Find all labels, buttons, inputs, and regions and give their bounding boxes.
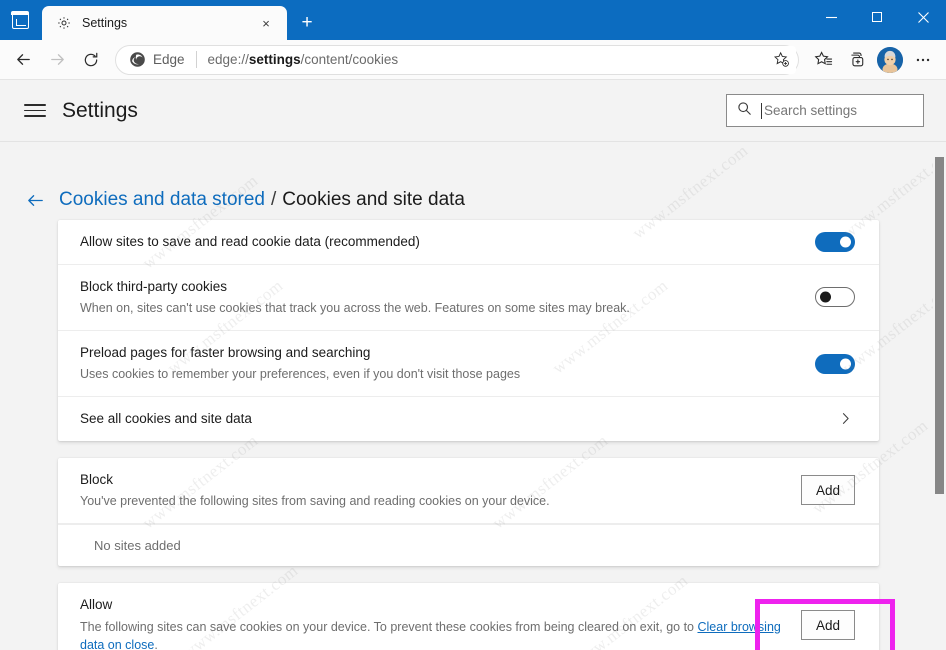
toggle-block-third-party[interactable] (815, 287, 855, 308)
breadcrumb-back-icon[interactable] (22, 187, 48, 213)
allow-section-header: Allow The following sites can save cooki… (58, 583, 879, 650)
allow-description-tail: . (154, 638, 158, 650)
maximize-icon (872, 12, 882, 22)
browser-toolbar: Edge edge://settings/content/cookies (0, 40, 946, 80)
allow-add-button[interactable]: Add (800, 610, 855, 641)
close-window-button[interactable] (900, 0, 946, 34)
text-caret (761, 102, 762, 119)
browser-tab-settings[interactable]: Settings × (42, 6, 287, 40)
allow-description-text: The following sites can save cookies on … (80, 619, 698, 634)
back-button[interactable] (6, 44, 40, 76)
block-section-header: Block You've prevented the following sit… (58, 458, 879, 525)
search-icon (737, 101, 752, 121)
breadcrumb-parent-link[interactable]: Cookies and data stored (59, 189, 265, 211)
maximize-button[interactable] (854, 0, 900, 34)
vertical-tabs-icon (10, 10, 30, 29)
hamburger-icon[interactable] (20, 96, 50, 126)
url-highlight: settings (248, 52, 301, 67)
vertical-scrollbar[interactable] (933, 142, 946, 650)
setting-row-allow-cookies[interactable]: Allow sites to save and read cookie data… (58, 220, 879, 265)
row-text: Block You've prevented the following sit… (80, 458, 801, 523)
setting-description: Uses cookies to remember your preference… (80, 367, 521, 382)
page-title: Settings (62, 98, 138, 122)
settings-content: www.msftnext.com www.msftnext.com www.ms… (0, 142, 946, 650)
breadcrumb-current: Cookies and site data (282, 189, 465, 210)
toggle-knob (820, 291, 831, 303)
setting-row-see-all-cookies[interactable]: See all cookies and site data (58, 397, 879, 441)
star-add-icon[interactable] (766, 45, 796, 74)
url-prefix: edge:// (207, 52, 249, 67)
tab-title: Settings (82, 16, 128, 30)
address-bar[interactable]: Edge edge://settings/content/cookies (115, 44, 799, 75)
window-controls (808, 0, 946, 40)
setting-row-preload-pages[interactable]: Preload pages for faster browsing and se… (58, 331, 879, 398)
collections-button[interactable] (840, 44, 874, 76)
url-suffix: /content/cookies (300, 52, 399, 67)
block-description: You've prevented the following sites fro… (80, 494, 550, 509)
block-title: Block (80, 471, 114, 487)
setting-row-block-third-party[interactable]: Block third-party cookies When on, sites… (58, 265, 879, 331)
avatar[interactable] (877, 46, 903, 73)
minimize-button[interactable] (808, 0, 854, 34)
row-text: Allow sites to save and read cookie data… (80, 220, 815, 264)
forward-button[interactable] (40, 44, 74, 76)
search-placeholder: Search settings (764, 103, 858, 118)
omnibox-brand-label: Edge (153, 52, 185, 67)
allow-description: The following sites can save cookies on … (80, 618, 801, 650)
browser-title-bar: Settings × + (0, 0, 946, 40)
refresh-button[interactable] (74, 44, 108, 76)
chevron-right-icon (835, 411, 855, 426)
setting-description: When on, sites can't use cookies that tr… (80, 301, 630, 316)
block-empty-state: No sites added (58, 524, 879, 566)
new-tab-button[interactable]: + (290, 6, 324, 40)
block-section-card: Block You've prevented the following sit… (58, 457, 879, 567)
settings-header: Settings Search settings (0, 80, 946, 142)
omnibox-url[interactable]: edge://settings/content/cookies (208, 52, 766, 67)
scrollbar-thumb[interactable] (935, 157, 944, 494)
edge-logo-icon (129, 51, 146, 68)
toggle-knob (840, 358, 851, 370)
toggle-allow-cookies[interactable] (815, 231, 855, 252)
row-text: Preload pages for faster browsing and se… (80, 331, 815, 396)
toggle-knob (840, 236, 851, 248)
cookie-settings-card: Allow sites to save and read cookie data… (58, 220, 879, 441)
breadcrumb: Cookies and data stored / Cookies and si… (0, 142, 926, 220)
row-text: Block third-party cookies When on, sites… (80, 265, 815, 330)
search-settings-input[interactable]: Search settings (726, 94, 924, 127)
setting-title: Block third-party cookies (80, 278, 228, 294)
toggle-preload-pages[interactable] (815, 353, 855, 374)
close-icon[interactable]: × (254, 11, 278, 35)
setting-title: Preload pages for faster browsing and se… (80, 344, 371, 360)
allow-section-card: Allow The following sites can save cooki… (58, 583, 879, 650)
setting-title: See all cookies and site data (80, 411, 252, 427)
allow-title: Allow (80, 597, 113, 613)
row-text: Allow The following sites can save cooki… (80, 583, 801, 650)
gear-icon (56, 15, 72, 31)
block-add-button[interactable]: Add (800, 475, 855, 506)
tab-actions-button[interactable] (0, 0, 40, 40)
favorites-button[interactable] (806, 44, 840, 76)
more-settings-button[interactable] (906, 44, 940, 76)
row-text: See all cookies and site data (80, 397, 835, 441)
omnibox-separator (195, 51, 197, 68)
setting-title: Allow sites to save and read cookie data… (80, 234, 420, 249)
breadcrumb-separator: / (270, 189, 277, 210)
